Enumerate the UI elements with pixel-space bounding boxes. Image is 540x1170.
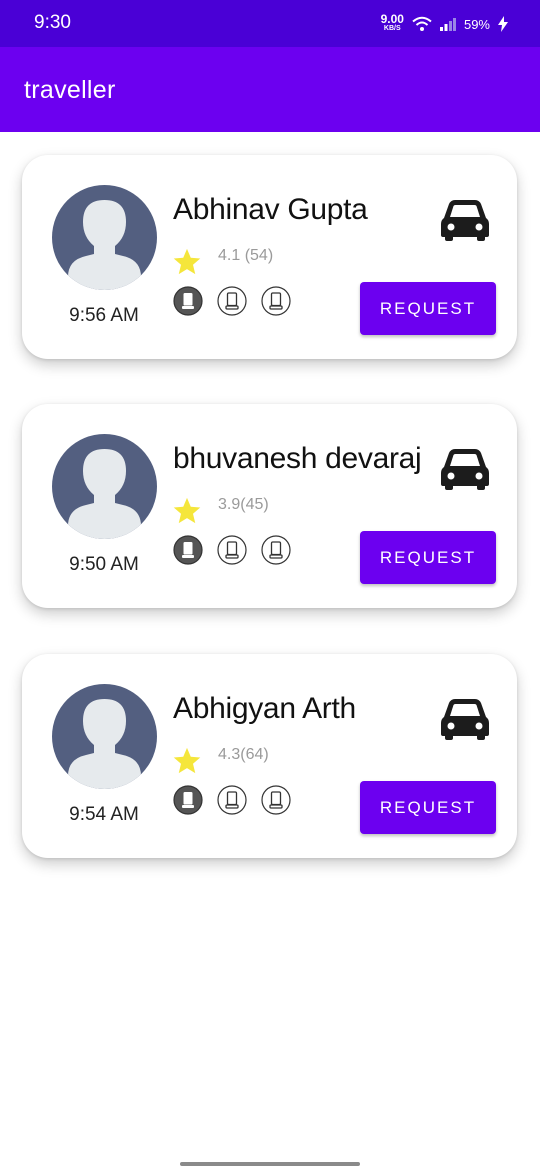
car-icon: [441, 200, 489, 241]
network-speed-unit: KB/S: [383, 25, 401, 32]
avatar-icon: [68, 699, 141, 789]
star-icon: [173, 747, 201, 774]
seat-icons: [173, 535, 291, 565]
seat-icons: [173, 286, 291, 316]
star-icon: [173, 497, 201, 524]
driver-name: bhuvanesh devaraj: [173, 442, 422, 475]
seat-empty-icon: [261, 286, 291, 316]
seat-empty-icon: [261, 785, 291, 815]
driver-card: 9:50 AM bhuvanesh devaraj 3.9(45) REQUES…: [22, 404, 517, 608]
gesture-nav-handle[interactable]: [180, 1162, 360, 1166]
status-icons: 9.00 KB/S 59%: [381, 12, 508, 36]
status-time: 9:30: [34, 12, 71, 33]
request-button[interactable]: REQUEST: [360, 781, 496, 834]
driver-name: Abhigyan Arth: [173, 692, 356, 725]
time-label: 9:54 AM: [69, 804, 139, 825]
driver-card: 9:56 AM Abhinav Gupta 4.1 (54) REQUEST: [22, 155, 517, 359]
driver-name: Abhinav Gupta: [173, 193, 368, 226]
avatar-icon: [68, 200, 141, 290]
network-speed-value: 9.00: [380, 12, 404, 26]
seat-empty-icon: [217, 286, 247, 316]
network-speed: 9.00 KB/S: [380, 12, 404, 33]
time-label: 9:50 AM: [69, 554, 139, 575]
seat-filled-icon: [173, 785, 203, 815]
avatar-icon: [68, 449, 141, 539]
driver-card: 9:54 AM Abhigyan Arth 4.3(64) REQUEST: [22, 654, 517, 858]
avatar: [52, 684, 157, 789]
seat-filled-icon: [173, 286, 203, 316]
car-icon: [441, 699, 489, 740]
battery-percent: 59%: [463, 16, 490, 32]
app-bar: traveller: [0, 47, 540, 132]
wifi-icon: [412, 16, 432, 31]
status-bar: 9:30 9.00 KB/S 59%: [0, 0, 540, 47]
rating-text: 4.1 (54): [218, 247, 274, 264]
seat-empty-icon: [217, 535, 247, 565]
star-icon: [173, 248, 201, 275]
charging-icon: [498, 16, 508, 32]
request-button[interactable]: REQUEST: [360, 531, 496, 584]
rating-text: 4.3(64): [218, 746, 269, 763]
time-label: 9:56 AM: [69, 305, 139, 326]
car-icon: [441, 449, 489, 490]
request-button[interactable]: REQUEST: [360, 282, 496, 335]
avatar: [52, 434, 157, 539]
seat-empty-icon: [261, 535, 291, 565]
seat-icons: [173, 785, 291, 815]
app-title: traveller: [24, 76, 116, 104]
seat-empty-icon: [217, 785, 247, 815]
seat-filled-icon: [173, 535, 203, 565]
rating-text: 3.9(45): [218, 496, 269, 513]
avatar: [52, 185, 157, 290]
signal-icon: [439, 18, 456, 31]
